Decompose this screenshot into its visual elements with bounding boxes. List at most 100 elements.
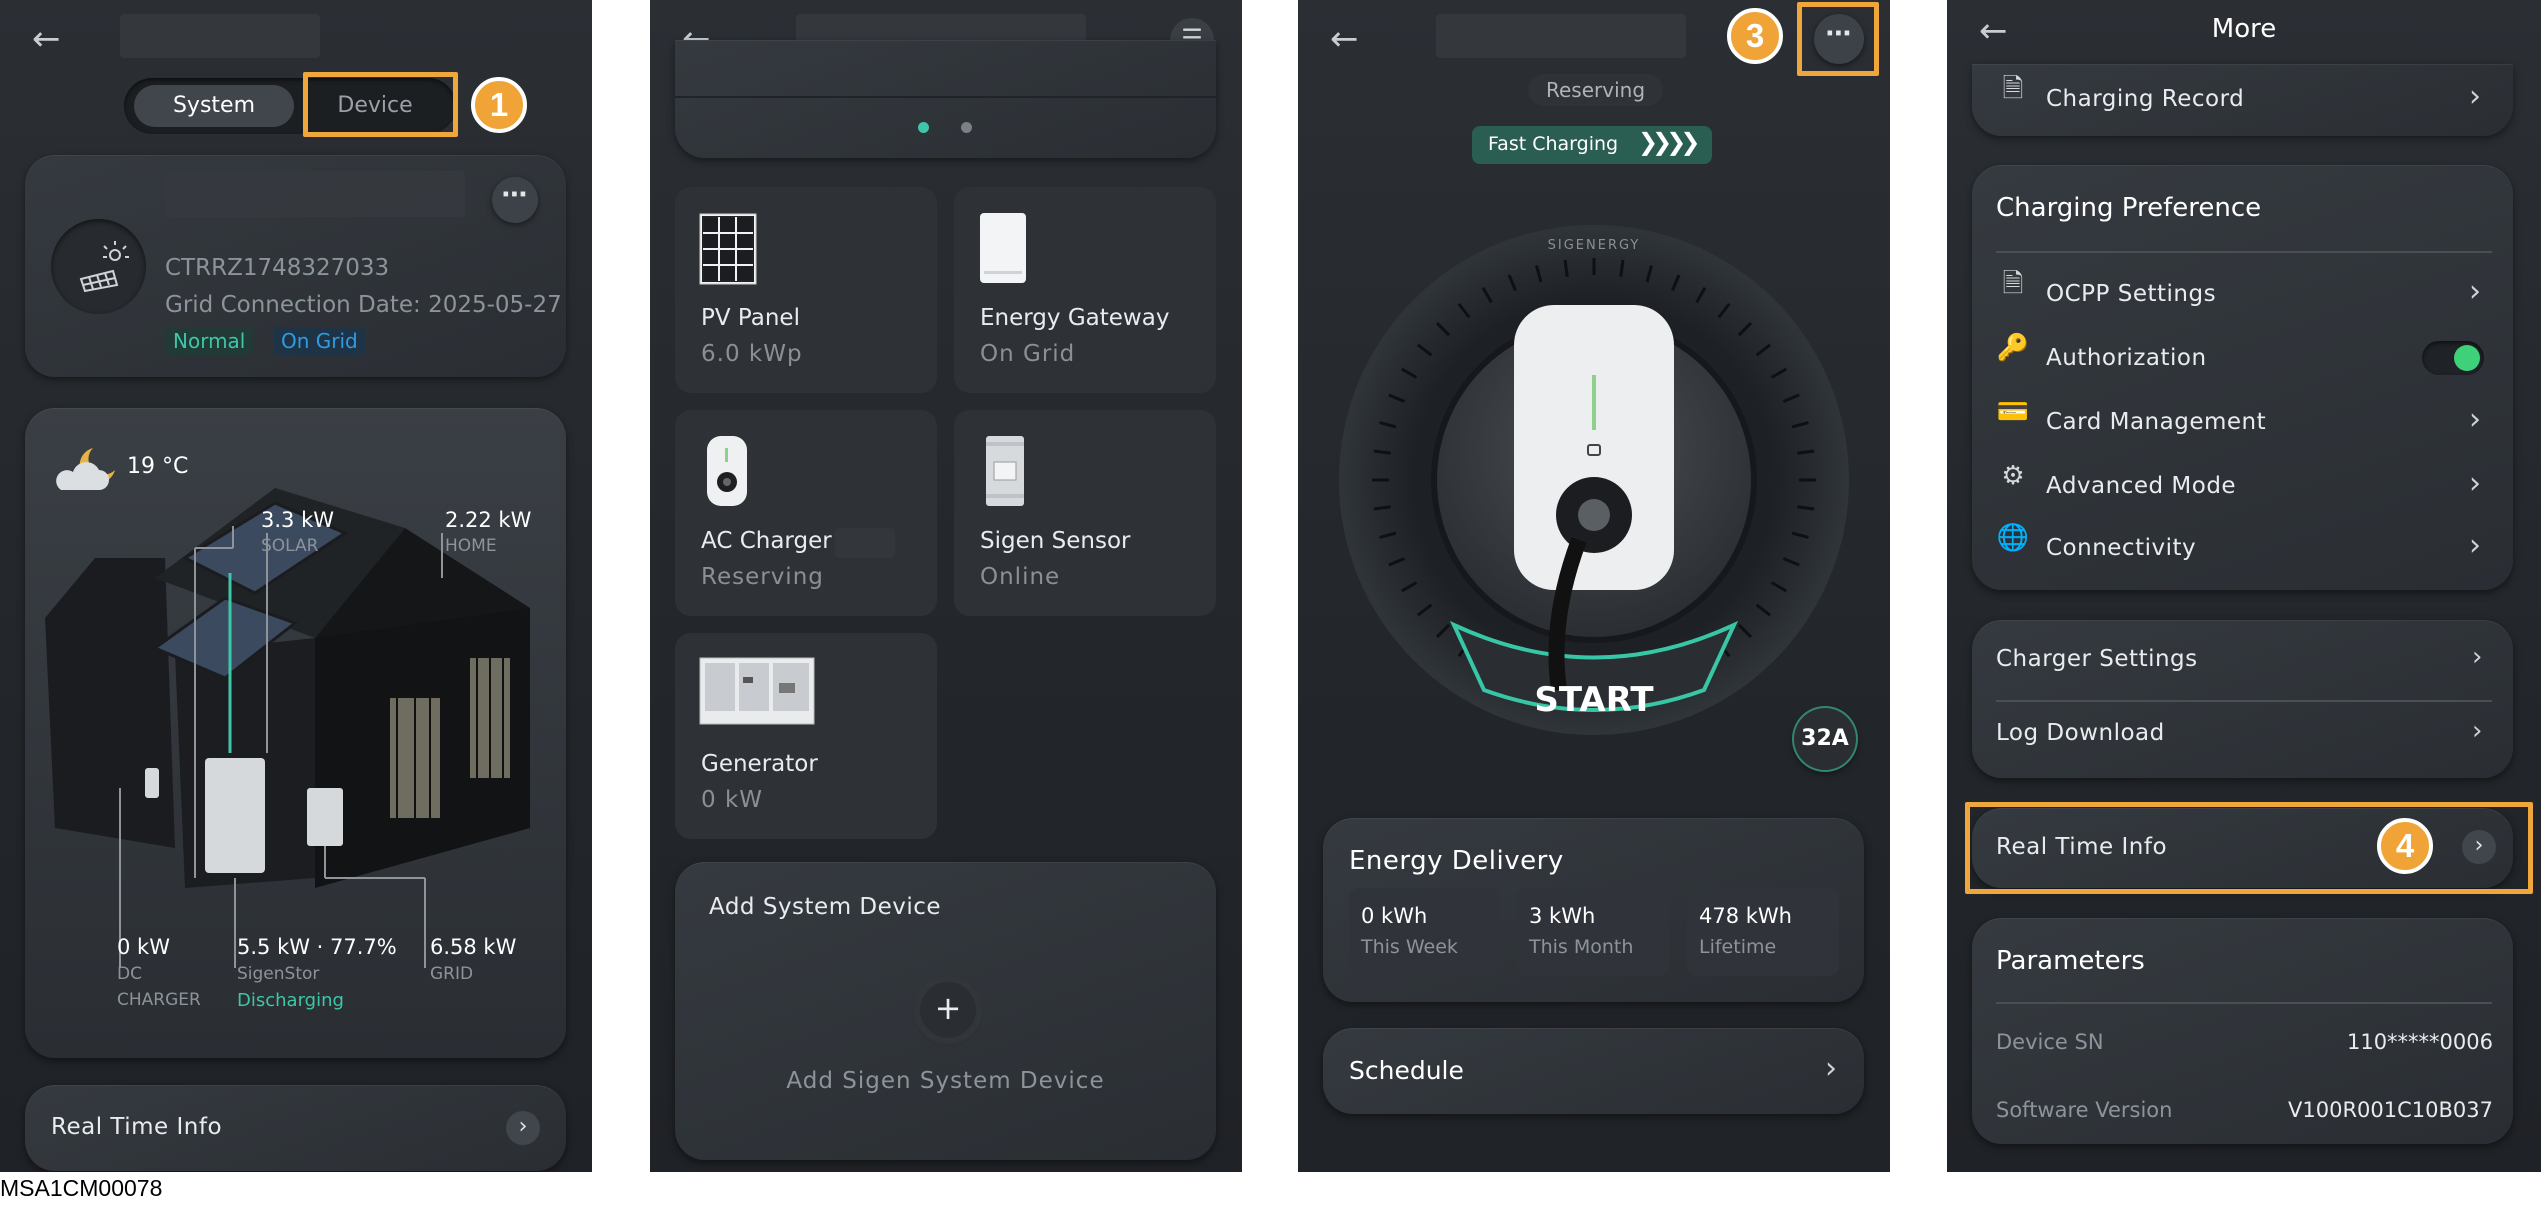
stat-label: Lifetime: [1699, 936, 1777, 958]
redacted-title: [120, 14, 320, 58]
chevron-right-icon: ›: [2469, 79, 2481, 114]
tab-system[interactable]: System: [134, 85, 294, 127]
chevron-right-icon: ›: [2472, 716, 2483, 746]
device-tile-ac-charger[interactable]: AC Charger Reserving: [675, 410, 937, 616]
step-marker-1: 1: [471, 77, 527, 133]
status-badge-ongrid: On Grid: [273, 327, 366, 355]
carousel-dot[interactable]: [961, 122, 972, 133]
dc-label: DC: [117, 964, 142, 984]
real-time-info-label: Real Time Info: [51, 1114, 223, 1140]
device-tile-generator[interactable]: Generator 0 kW: [675, 633, 937, 839]
device-status: 0 kW: [701, 787, 764, 813]
row-label: Authorization: [2046, 345, 2207, 371]
sigenstor-label: SigenStor: [237, 964, 320, 984]
back-arrow-icon[interactable]: ←: [32, 22, 61, 56]
log-download-row[interactable]: Log Download ›: [1972, 706, 2513, 762]
energy-stat-lifetime: 478 kWh Lifetime: [1687, 888, 1839, 976]
screen-system-overview: ← System Device 1 ⋯ CTRRZ1748327033 Grid…: [0, 0, 592, 1172]
real-time-info-row[interactable]: Real Time Info ›: [25, 1085, 566, 1171]
dc-charger-power-value: 0 kW: [117, 935, 170, 959]
chevron-right-icon: ›: [2469, 274, 2481, 309]
charger-settings-label: Charger Settings: [1996, 646, 2198, 672]
grid-power-value: 6.58 kW: [430, 935, 517, 959]
parameters-card: Parameters Device SN 110*****0006 Softwa…: [1972, 918, 2513, 1144]
device-name: Energy Gateway: [980, 305, 1170, 331]
charger-label: CHARGER: [117, 990, 201, 1010]
charging-preference-card: Charging Preference 🗎 OCPP Settings › 🔑 …: [1972, 165, 2513, 590]
screen-charger-detail: ← 3 ⋯ Reserving Fast Charging ❯❯❯❯ SIGEN…: [1298, 0, 1890, 1172]
device-tile-pv-panel[interactable]: PV Panel 6.0 kWp: [675, 187, 937, 393]
device-name: PV Panel: [701, 305, 800, 331]
ocpp-document-icon: 🗎: [2002, 269, 2024, 299]
fast-charging-badge: Fast Charging ❯❯❯❯: [1472, 126, 1712, 164]
schedule-label: Schedule: [1349, 1056, 1464, 1085]
energy-delivery-title: Energy Delivery: [1349, 846, 1564, 876]
energy-stat-week: 0 kWh This Week: [1349, 888, 1499, 976]
log-download-label: Log Download: [1996, 720, 2165, 746]
card-management-row[interactable]: 💳 Card Management ›: [1972, 395, 2513, 451]
add-system-device-card: Add System Device + Add Sigen System Dev…: [675, 862, 1216, 1160]
schedule-row[interactable]: Schedule ›: [1323, 1028, 1864, 1114]
device-status: Reserving: [701, 564, 824, 590]
grid-label: GRID: [430, 964, 474, 984]
chevron-right-icon[interactable]: ›: [506, 1111, 540, 1145]
stat-value: 0 kWh: [1361, 904, 1428, 928]
row-label: Connectivity: [2046, 535, 2197, 561]
ocpp-settings-row[interactable]: 🗎 OCPP Settings ›: [1972, 267, 2513, 323]
sigenstor-power-value: 5.5 kW · 77.7%: [237, 935, 397, 959]
chevron-right-icon: ›: [2472, 642, 2483, 672]
add-device-button[interactable]: Add Sigen System Device: [675, 1068, 1216, 1094]
card-gear-icon: 💳: [1996, 397, 2030, 427]
current-setting[interactable]: 32A: [1794, 708, 1856, 770]
site-card: ⋯ CTRRZ1748327033 Grid Connection Date: …: [25, 155, 566, 377]
charger-status: Reserving: [1528, 74, 1664, 106]
device-name: Sigen Sensor: [980, 528, 1131, 554]
sigenstor-status: Discharging: [237, 990, 344, 1011]
sigen-sensor-icon: [986, 436, 1024, 506]
connectivity-row[interactable]: 🌐 Connectivity ›: [1972, 521, 2513, 577]
advanced-mode-row[interactable]: ⚙ Advanced Mode ›: [1972, 459, 2513, 515]
device-tile-energy-gateway[interactable]: Energy Gateway On Grid: [954, 187, 1216, 393]
home-label: HOME: [445, 536, 497, 556]
more-options-icon[interactable]: ⋯: [1814, 14, 1864, 64]
energy-gateway-icon: [980, 213, 1026, 283]
add-plus-icon[interactable]: +: [920, 982, 976, 1038]
key-icon: 🔑: [1996, 333, 2030, 363]
solar-power-value: 3.3 kW: [261, 508, 334, 532]
stat-value: 478 kWh: [1699, 904, 1792, 928]
redacted-title: [1436, 14, 1686, 58]
device-sn-label: Device SN: [1996, 1030, 2104, 1054]
charger-settings-row[interactable]: Charger Settings ›: [1972, 632, 2513, 688]
site-serial: CTRRZ1748327033: [165, 255, 390, 281]
charging-record-row[interactable]: 🗎 Charging Record ›: [1972, 64, 2513, 136]
back-arrow-icon[interactable]: ←: [1330, 22, 1359, 56]
device-tile-sigen-sensor[interactable]: Sigen Sensor Online: [954, 410, 1216, 616]
more-options-icon[interactable]: ⋯: [492, 177, 538, 223]
toggle-knob: [2454, 345, 2480, 371]
carousel-card: [675, 40, 1216, 158]
start-button[interactable]: START: [1298, 680, 1890, 720]
globe-icon: 🌐: [1996, 523, 2030, 553]
charger-settings-card: Charger Settings › Log Download ›: [1972, 620, 2513, 778]
step-marker-4: 4: [2377, 818, 2433, 874]
device-status: On Grid: [980, 341, 1076, 367]
generator-icon: [699, 657, 815, 725]
solar-label: SOLAR: [261, 536, 319, 556]
stat-value: 3 kWh: [1529, 904, 1596, 928]
chevrons-icon: ❯❯❯❯: [1638, 128, 1700, 156]
authorization-toggle[interactable]: [2422, 341, 2484, 375]
grid-connection-date: Grid Connection Date: 2025-05-27: [165, 292, 562, 318]
site-avatar: [51, 219, 146, 314]
device-status: 6.0 kWp: [701, 341, 803, 367]
device-name: AC Charger: [701, 528, 832, 554]
chevron-right-icon: ›: [2469, 466, 2481, 501]
chevron-right-icon: ›: [2469, 528, 2481, 563]
pv-panel-icon: [699, 213, 757, 285]
energy-stat-month: 3 kWh This Month: [1517, 888, 1669, 976]
ac-charger-icon: [707, 436, 747, 506]
authorization-row: 🔑 Authorization: [1972, 331, 2513, 387]
row-label: Advanced Mode: [2046, 473, 2237, 499]
step-marker-3: 3: [1727, 8, 1783, 64]
redacted-site-name: [165, 171, 465, 217]
carousel-dot-active[interactable]: [918, 122, 929, 133]
